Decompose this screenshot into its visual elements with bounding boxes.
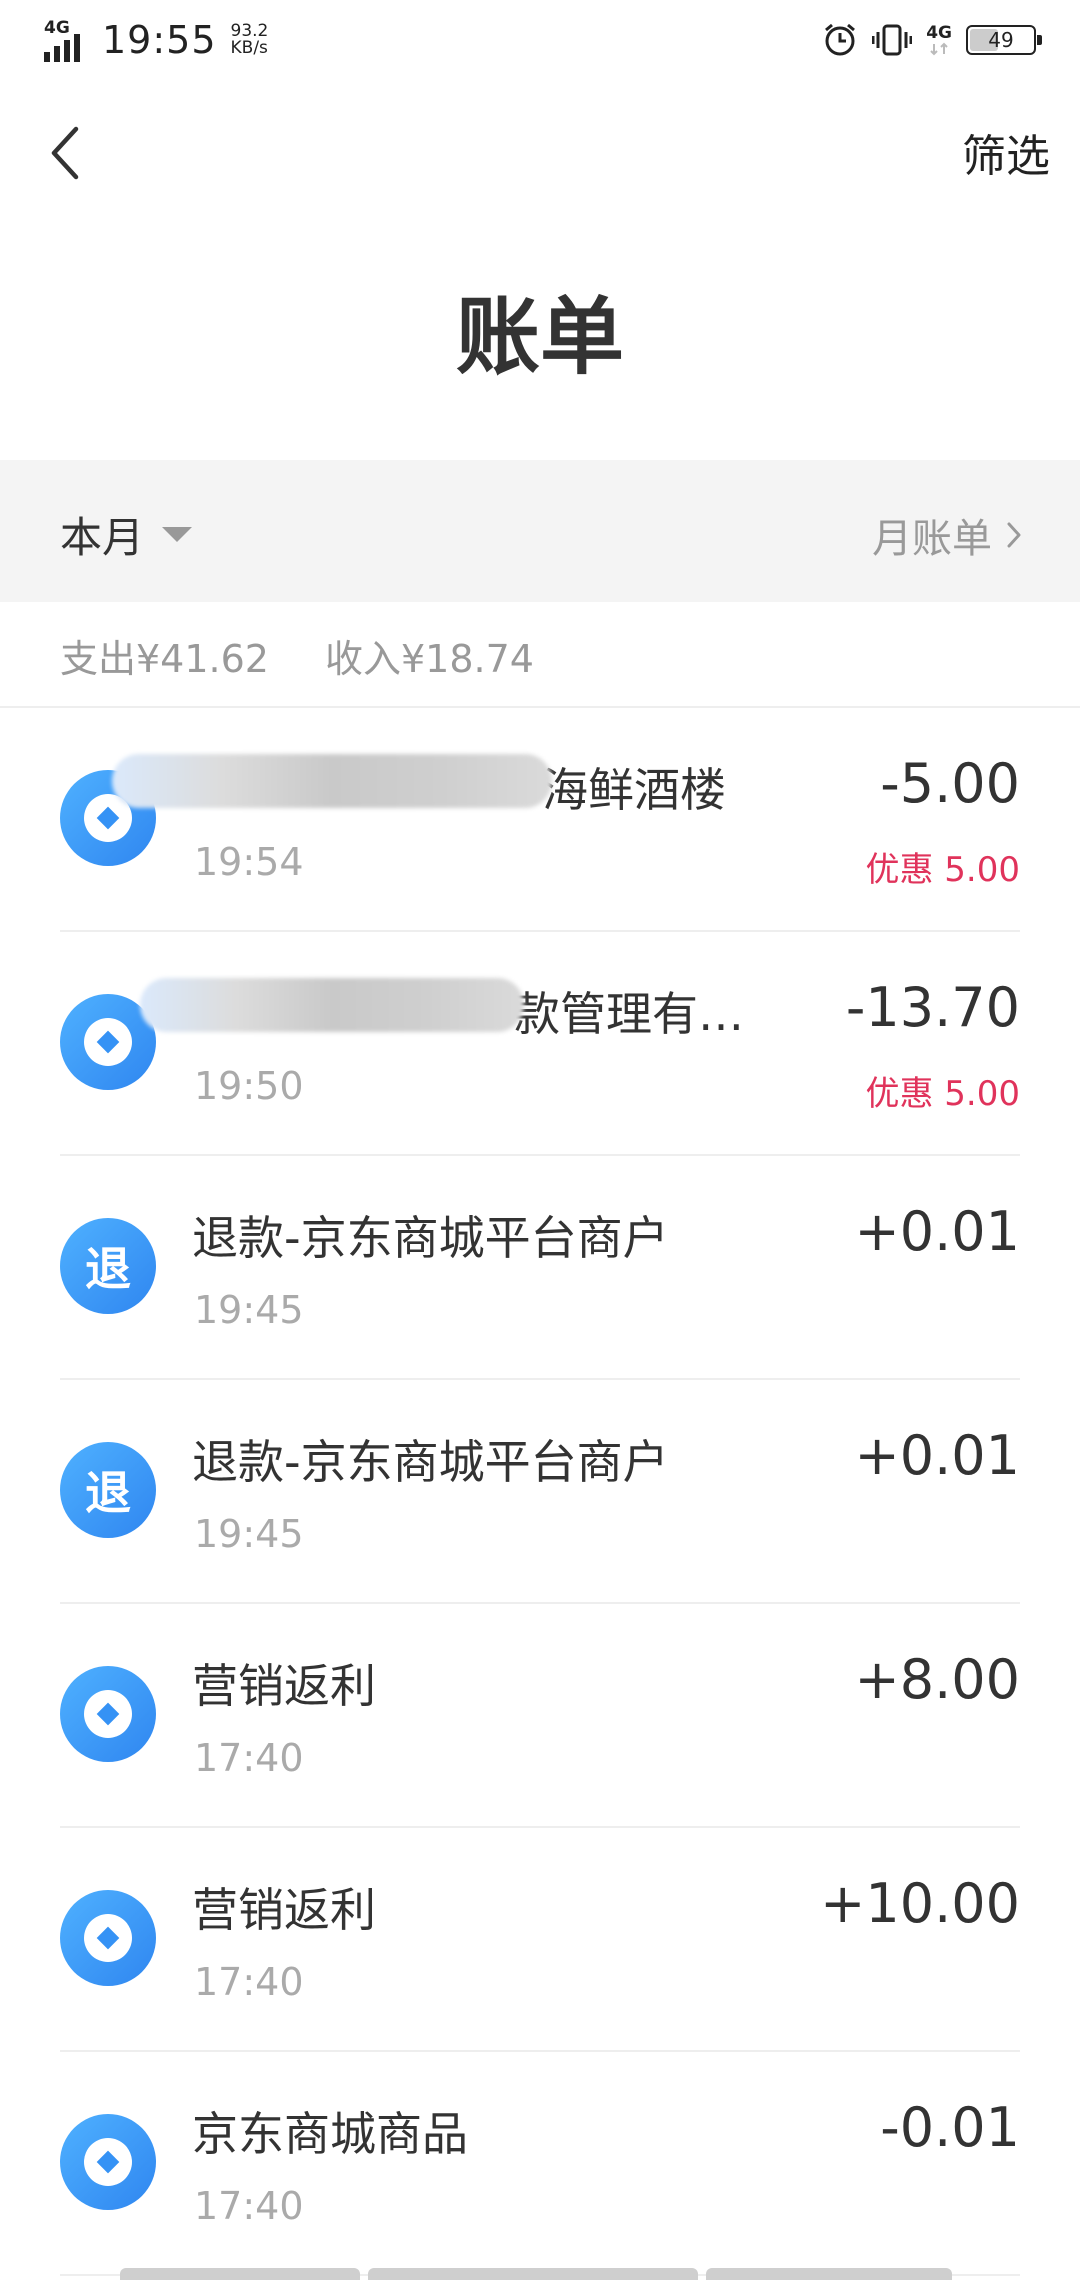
- battery-icon: 49: [966, 25, 1042, 55]
- vibrate-icon: [872, 22, 913, 58]
- transaction-discount: 优惠 5.00: [865, 1074, 1020, 1114]
- dropdown-triangle-icon: [162, 527, 193, 542]
- transaction-time: 19:45: [194, 1512, 304, 1556]
- back-chevron-icon: [51, 126, 79, 180]
- monthly-bill-link[interactable]: 月账单: [872, 506, 1022, 564]
- redacted-text: [140, 978, 524, 1032]
- bottom-scroll-indicator: [120, 2268, 960, 2280]
- coin-icon: [60, 2114, 156, 2210]
- transaction-time: 17:40: [194, 1736, 304, 1780]
- transaction-row[interactable]: 京东商城商品 17:40 -0.01: [0, 2052, 1080, 2276]
- status-bar-right: 4G 49: [808, 22, 1042, 58]
- coin-icon: [60, 1890, 156, 1986]
- transaction-row[interactable]: 退 退款-京东商城平台商户 19:45 +0.01: [0, 1156, 1080, 1380]
- month-bar: 本月 月账单: [0, 460, 1080, 602]
- transaction-list: 海鲜酒楼 19:54 -5.00 优惠 5.00 款管理有… 19:50 -13…: [0, 708, 1080, 2276]
- transaction-name: 退款-京东商城平台商户: [192, 1435, 669, 1489]
- period-label: 本月: [60, 513, 145, 562]
- network-4g-icon: 4G: [926, 24, 952, 56]
- transaction-name: 退款-京东商城平台商户: [192, 1211, 669, 1265]
- status-bar-left: 4G 19:55 93.2 KB/s: [44, 18, 268, 62]
- transaction-row[interactable]: 海鲜酒楼 19:54 -5.00 优惠 5.00: [0, 708, 1080, 932]
- network-type-label: 4G: [44, 18, 70, 38]
- network-speed: 93.2 KB/s: [231, 23, 269, 57]
- refund-icon: 退: [60, 1218, 156, 1314]
- refund-icon: 退: [60, 1442, 156, 1538]
- network-speed-unit: KB/s: [230, 38, 268, 58]
- transaction-row[interactable]: 营销返利 17:40 +8.00: [0, 1604, 1080, 1828]
- transaction-time: 19:50: [194, 1064, 304, 1108]
- transaction-name: 京东商城商品: [192, 2107, 468, 2161]
- period-selector[interactable]: 本月: [60, 504, 193, 565]
- transaction-row[interactable]: 退 退款-京东商城平台商户 19:45 +0.01: [0, 1380, 1080, 1604]
- transaction-name: 营销返利: [192, 1883, 376, 1937]
- transaction-row[interactable]: 款管理有… 19:50 -13.70 优惠 5.00: [0, 932, 1080, 1156]
- transaction-time: 19:54: [194, 840, 304, 884]
- status-time: 19:55: [102, 18, 217, 62]
- transaction-amount: -13.70: [845, 976, 1020, 1039]
- battery-level: 49: [988, 28, 1014, 52]
- transaction-name: 营销返利: [192, 1659, 376, 1713]
- transaction-amount: -0.01: [880, 2096, 1020, 2159]
- coin-icon: [60, 1666, 156, 1762]
- transaction-time: 19:45: [194, 1288, 304, 1332]
- alarm-icon: [822, 22, 858, 58]
- transaction-amount: +0.01: [854, 1200, 1020, 1263]
- transaction-amount: +10.00: [820, 1872, 1020, 1935]
- chevron-right-icon: [1007, 522, 1021, 548]
- back-button[interactable]: [48, 118, 98, 188]
- transaction-time: 17:40: [194, 1960, 304, 2004]
- monthly-bill-label: 月账单: [872, 516, 992, 562]
- filter-button[interactable]: 筛选: [962, 120, 1050, 184]
- status-bar: 4G 19:55 93.2 KB/s 4G 49: [0, 0, 1080, 84]
- signal-icon: 4G: [44, 18, 92, 62]
- transaction-row[interactable]: 营销返利 17:40 +10.00: [0, 1828, 1080, 2052]
- redacted-text: [112, 754, 552, 808]
- summary: 支出¥41.62 收入¥18.74: [60, 628, 534, 683]
- transaction-discount: 优惠 5.00: [865, 850, 1020, 890]
- transaction-amount: -5.00: [880, 752, 1020, 815]
- network-4g-label: 4G: [926, 23, 952, 43]
- transaction-amount: +0.01: [854, 1424, 1020, 1487]
- transaction-time: 17:40: [194, 2184, 304, 2228]
- income-total: 收入¥18.74: [324, 637, 534, 681]
- expense-total: 支出¥41.62: [60, 637, 269, 681]
- page-title: 账单: [455, 288, 624, 386]
- transaction-amount: +8.00: [854, 1648, 1020, 1711]
